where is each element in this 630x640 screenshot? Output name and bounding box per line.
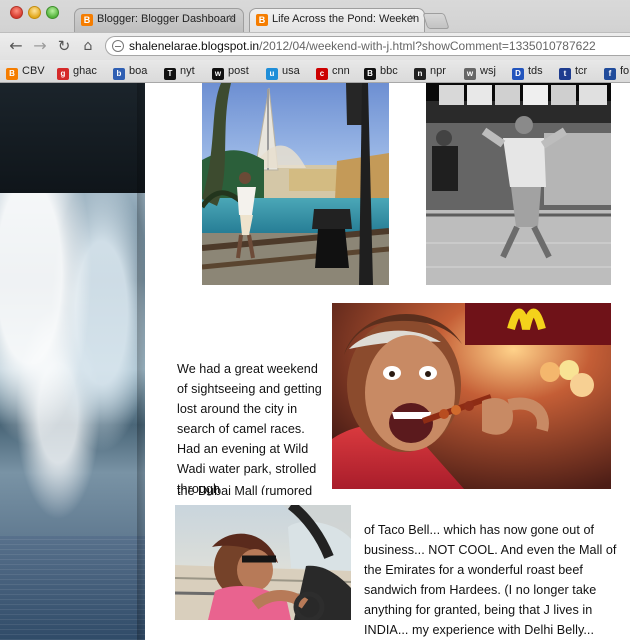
web-page: We had a great weekend of sightseeing an…: [0, 83, 630, 640]
bookmark-label: npr: [430, 65, 446, 77]
bookmark-label: bbc: [380, 65, 398, 77]
blogger-favicon-icon: B: [256, 14, 268, 26]
browser-window-chrome: B Blogger: Blogger Dashboard × B Life Ac…: [0, 0, 630, 83]
bookmarks-bar: B CBV g ghac b boa Tnyt w post u usa c cnn Bbb…: [0, 60, 630, 82]
dubai-landmark-image: [202, 83, 389, 285]
eating-taco-photo[interactable]: [332, 303, 611, 489]
bookmark-boa[interactable]: b boa: [113, 63, 148, 80]
bookmark-label: tcr: [575, 65, 588, 77]
post-paragraph-right: of Taco Bell... which has now gone out o…: [364, 523, 617, 637]
bookmark-label: boa: [129, 65, 148, 77]
bookmark-label: nyt: [180, 65, 195, 77]
bookmark-ghac[interactable]: g ghac: [57, 63, 97, 80]
bookmark-tcr[interactable]: t tcr: [559, 63, 588, 80]
bookmark-cnn[interactable]: c cnn: [316, 63, 350, 80]
blog-background-image: [0, 83, 145, 640]
new-tab-button[interactable]: [422, 13, 450, 29]
bookmark-cbv[interactable]: B CBV: [6, 63, 45, 80]
content-edge-shadow: [137, 83, 145, 640]
tcr-icon: t: [559, 68, 571, 80]
browser-tabs: B Blogger: Blogger Dashboard × B Life Ac…: [68, 8, 630, 32]
minimize-window-button[interactable]: [28, 6, 41, 19]
food-court-image: [426, 83, 611, 285]
page-info-icon[interactable]: [112, 40, 124, 52]
tab-life-across-the-pond[interactable]: B Life Across the Pond: Weeken ×: [249, 8, 425, 32]
washington-post-icon: w: [212, 68, 224, 80]
bookmark-label: wsj: [480, 65, 496, 77]
tab-label: Life Across the Pond: Weeken: [272, 13, 420, 25]
url-text[interactable]: shalenelarae.blogspot.in/2012/04/weekend…: [129, 39, 596, 53]
convertible-drive-image: [175, 505, 351, 620]
close-tab-icon[interactable]: ×: [409, 13, 419, 24]
cnn-icon: c: [316, 68, 328, 80]
blogger-icon: B: [6, 68, 18, 80]
browser-toolbar: ← → ↻ ⌂ shalenelarae.blogspot.in/2012/04…: [0, 32, 630, 61]
food-court-photo[interactable]: [426, 83, 611, 285]
bookmark-fo[interactable]: f fo: [604, 63, 630, 80]
tds-icon: D: [512, 68, 524, 80]
post-paragraph-fade-line: the Dubai Mall (rumored: [177, 484, 313, 495]
forward-button[interactable]: →: [31, 37, 49, 55]
blogger-favicon-icon: B: [81, 14, 93, 26]
bookmark-label: post: [228, 65, 249, 77]
bookmark-npr[interactable]: n npr: [414, 63, 446, 80]
bookmark-wsj[interactable]: w wsj: [464, 63, 496, 80]
tab-blogger-dashboard[interactable]: B Blogger: Blogger Dashboard ×: [74, 8, 244, 32]
url-host: shalenelarae.blogspot.in: [129, 39, 260, 53]
cloudy-sky-background: [0, 193, 145, 593]
usa-icon: u: [266, 68, 278, 80]
close-window-button[interactable]: [10, 6, 23, 19]
bookmark-bbc[interactable]: Bbbc: [364, 63, 398, 80]
npr-icon: n: [414, 68, 426, 80]
convertible-drive-photo[interactable]: [175, 505, 351, 620]
bookmark-label: usa: [282, 65, 300, 77]
nyt-icon: T: [164, 68, 176, 80]
bbc-icon: B: [364, 68, 376, 80]
url-path: /2012/04/weekend-with-j.html?showComment…: [259, 39, 596, 53]
dubai-landmark-photo[interactable]: [202, 83, 389, 285]
fo-icon: f: [604, 68, 616, 80]
ghac-icon: g: [57, 68, 69, 80]
maximize-window-button[interactable]: [46, 6, 59, 19]
bookmark-label: tds: [528, 65, 543, 77]
tab-label: Blogger: Blogger Dashboard: [97, 13, 236, 25]
bookmark-label: fo: [620, 65, 630, 77]
bookmark-label: CBV: [22, 65, 45, 77]
bookmark-label: cnn: [332, 65, 350, 77]
bookmark-tds[interactable]: Dtds: [512, 63, 543, 80]
back-button[interactable]: ←: [7, 37, 25, 55]
eating-taco-image: [332, 303, 611, 489]
blog-post-content: We had a great weekend of sightseeing an…: [159, 83, 630, 640]
post-paragraph-left: We had a great weekend of sightseeing an…: [177, 362, 322, 496]
boa-icon: b: [113, 68, 125, 80]
reload-button[interactable]: ↻: [55, 37, 73, 55]
address-bar[interactable]: shalenelarae.blogspot.in/2012/04/weekend…: [105, 36, 630, 56]
bookmark-nyt[interactable]: Tnyt: [164, 63, 195, 80]
bookmark-post[interactable]: w post: [212, 63, 249, 80]
bookmark-label: ghac: [73, 65, 97, 77]
sea-background: [0, 536, 145, 640]
home-button[interactable]: ⌂: [79, 37, 97, 55]
bookmark-usa[interactable]: u usa: [266, 63, 300, 80]
title-bar: B Blogger: Blogger Dashboard × B Life Ac…: [0, 0, 630, 32]
dark-header-background: [0, 83, 145, 193]
close-tab-icon[interactable]: ×: [228, 13, 238, 24]
wsj-icon: w: [464, 68, 476, 80]
